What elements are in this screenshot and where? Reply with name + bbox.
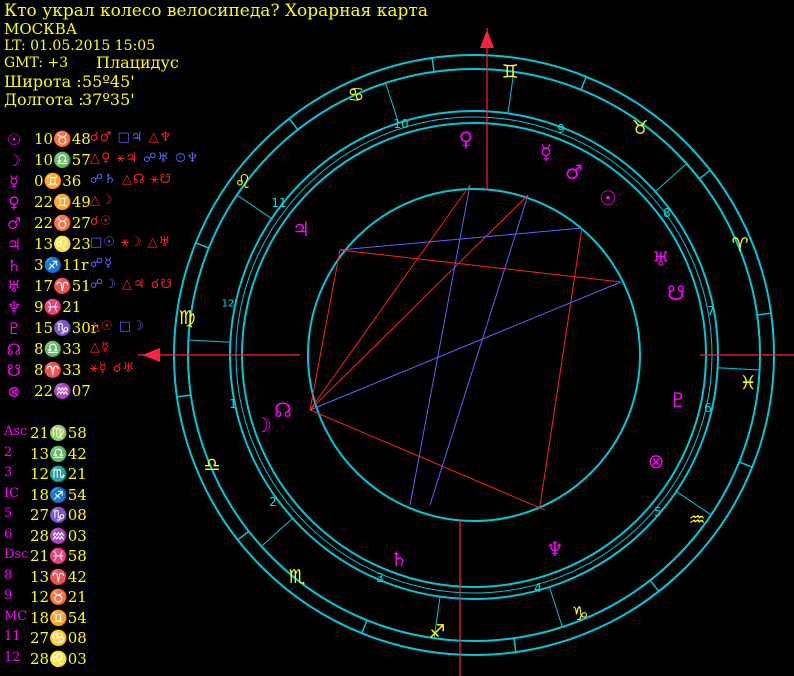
house-number: 8	[663, 206, 671, 220]
mercury-icon: ☿	[540, 140, 552, 164]
wheel-glyphs: ♈♉♊♋♌♍♎♏♐♑♒♓123456789101112☊☽♄ ♆⊗♇☋♅☉♂☿♀♃	[178, 61, 756, 643]
aspect-line-red	[309, 194, 529, 411]
house-number: 6	[704, 401, 712, 415]
uranus-icon: ♅	[652, 247, 670, 271]
node-north-icon: ☊	[274, 398, 292, 422]
pluto-icon: ♇	[669, 388, 687, 412]
zodiac-sign-icon: ♑	[571, 603, 588, 625]
horary-chart-wheel: ♈♉♊♋♌♍♎♏♐♑♒♓123456789101112☊☽♄ ♆⊗♇☋♅☉♂☿♀♃	[138, 28, 794, 676]
venus-icon: ♀	[459, 127, 474, 151]
sign-divider	[649, 579, 660, 592]
wheel-ring	[229, 110, 719, 600]
aspect-line-blue	[429, 194, 529, 506]
wheel-ring	[307, 188, 641, 522]
house-cusp-line	[548, 586, 563, 628]
house-number: 7	[707, 304, 715, 318]
neptune-icon: ♆	[546, 537, 564, 561]
aspect-line-blue	[409, 184, 471, 506]
asc-arrow-icon	[142, 348, 160, 362]
sign-divider	[698, 169, 711, 180]
house-number: 1	[229, 397, 237, 411]
zodiac-sign-icon: ♍	[178, 307, 195, 329]
sign-divider	[738, 461, 753, 468]
house-cusp-line	[261, 517, 294, 547]
sign-divider	[288, 118, 299, 131]
zodiac-sign-icon: ♐	[428, 621, 445, 643]
house-cusp-line	[188, 339, 231, 343]
house-number: 3	[376, 571, 384, 585]
sign-divider	[513, 638, 517, 653]
zodiac-sign-icon: ♎	[203, 454, 220, 476]
aspect-line-red	[309, 184, 471, 411]
aspect-line-blue	[309, 281, 622, 411]
zodiac-sign-icon: ♋	[347, 84, 364, 106]
zodiac-sign-icon: ♉	[631, 117, 648, 139]
house-number: 12	[222, 299, 235, 310]
aspect-line-red	[339, 249, 622, 283]
house-number: 4	[534, 581, 542, 595]
sign-divider	[237, 530, 250, 541]
wheel-ring	[241, 122, 707, 588]
zodiac-sign-icon: ♊	[501, 61, 518, 83]
sign-divider	[580, 76, 587, 91]
mars-icon: ♂	[565, 160, 583, 184]
aspect-line-red	[539, 227, 583, 507]
house-number: 5	[654, 505, 662, 519]
house-number: 2	[269, 495, 277, 509]
sign-divider	[361, 619, 368, 634]
jupiter-icon: ♃	[292, 217, 310, 241]
house-cusp-line	[654, 163, 687, 193]
sign-divider	[195, 242, 210, 249]
mc-arrow-icon	[480, 30, 494, 48]
moon-icon: ☽	[254, 413, 272, 437]
sign-divider	[757, 312, 772, 316]
house-cusp-line	[236, 194, 272, 219]
zodiac-sign-icon: ♈	[731, 234, 748, 256]
node-south-icon: ☋	[667, 281, 685, 305]
house-number: 9	[557, 122, 565, 136]
zodiac-sign-icon: ♓	[739, 372, 756, 394]
zodiac-sign-icon: ♒	[688, 509, 705, 531]
saturn-icon: ♄	[390, 547, 408, 571]
aspect-lines	[309, 184, 622, 511]
house-cusp-line	[717, 367, 760, 371]
house-number: 11	[271, 196, 286, 210]
zodiac-sign-icon: ♌	[234, 171, 251, 193]
sign-divider	[431, 57, 435, 72]
part-of-fortune-icon: ⊗	[648, 449, 665, 473]
zodiac-sign-icon: ♏	[288, 566, 305, 588]
sun-icon: ☉	[599, 186, 617, 210]
aspect-line-red	[309, 249, 341, 411]
house-number: 10	[393, 117, 408, 131]
sign-divider	[176, 394, 191, 398]
